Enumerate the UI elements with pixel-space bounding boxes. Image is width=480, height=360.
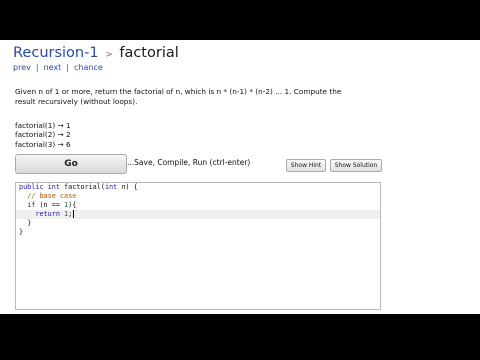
go-hint-text: ...Save, Compile, Run (ctrl-enter) [127,158,251,167]
code-keyword: return [35,210,60,218]
code-line: // base case [19,192,76,201]
code-text: } [27,219,32,227]
code-line: if (n == 1){ [19,201,76,210]
code-comment: // base case [27,192,77,200]
code-line: } [19,219,31,228]
breadcrumb-separator: > [105,50,113,60]
code-line: } [19,228,23,237]
text-cursor [73,210,75,218]
problem-title: factorial [119,45,179,61]
show-hint-button[interactable]: Show Hint [286,159,326,172]
code-text: ) { [125,183,138,191]
show-solution-button[interactable]: Show Solution [330,159,382,172]
next-link[interactable]: next [44,63,62,72]
example-item: factorial(1) → 1 [15,121,71,130]
codingbat-page: Recursion-1 > factorial prev | next | chance… [0,40,480,314]
code-operator: == [51,201,60,209]
examples-list: factorial(1) → 1 factorial(2) → 2 factor… [15,121,71,149]
code-line: public int factorial(int n) { [19,183,138,192]
code-text: ){ [68,201,77,209]
problem-description: Given n of 1 or more, return the factori… [15,87,342,106]
example-item: factorial(2) → 2 [15,130,71,140]
page-title: Recursion-1 > factorial [13,45,179,61]
go-button[interactable]: Go [15,154,127,174]
code-editor[interactable]: public int factorial(int n) { // base ca… [15,182,381,310]
code-keyword: int [104,183,118,191]
breadcrumb-recursion-1[interactable]: Recursion-1 [13,45,99,61]
prev-link[interactable]: prev [13,63,31,72]
code-line-active: return 1; [16,210,380,219]
code-text: factorial( [59,183,105,191]
code-keyword: public [19,183,44,191]
code-keyword: int [47,183,60,191]
problem-nav: prev | next | chance [13,63,103,72]
nav-divider: | [35,63,39,72]
code-text: ; [68,210,73,218]
code-text: } [19,228,24,236]
example-item: factorial(3) → 6 [15,139,71,149]
code-text: (n [35,201,52,209]
nav-divider: | [66,63,69,72]
chance-link[interactable]: chance [74,63,103,72]
